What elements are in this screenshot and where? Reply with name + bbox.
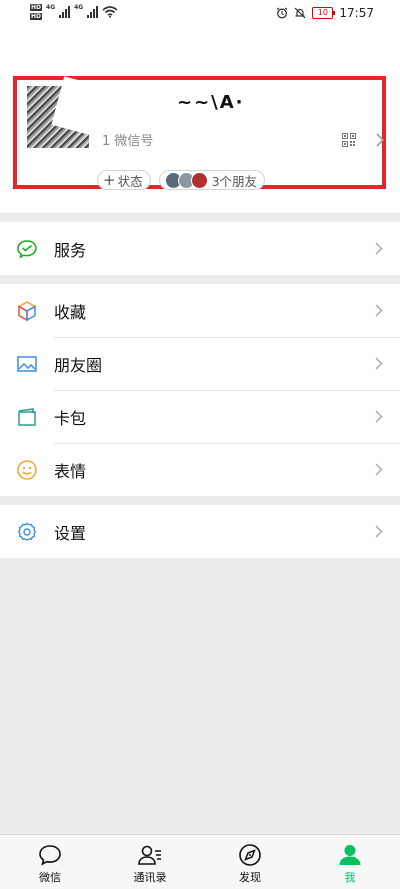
- wechat-id-label: 1 微信号: [102, 134, 154, 149]
- compass-icon: [239, 844, 261, 866]
- gear-icon: [17, 522, 37, 541]
- menu-item-cards[interactable]: 卡包: [0, 390, 400, 443]
- tab-label-discover: 发现: [239, 871, 261, 884]
- status-right: 10 17:57: [276, 6, 374, 20]
- chevron-right-icon: [375, 357, 383, 370]
- signal-icon: [59, 6, 71, 18]
- hd-indicator: HD HD: [30, 4, 43, 22]
- qr-code-icon[interactable]: [342, 133, 356, 147]
- person-icon: [339, 845, 361, 865]
- menu-label-cards: 卡包: [54, 408, 87, 428]
- tab-label-contacts: 通讯录: [133, 871, 167, 884]
- friend-avatars: [164, 171, 208, 189]
- battery-icon: 10: [312, 7, 336, 19]
- status-left: HD HD 4G 4G: [30, 4, 118, 22]
- hd-badge-1: HD: [30, 4, 43, 11]
- network-type-1: 4G: [46, 4, 56, 11]
- wechat-pay-icon: [17, 240, 37, 259]
- menu-label-moments: 朋友圈: [54, 355, 103, 375]
- bottom-tab-bar: 微信 通讯录 发现 我: [0, 834, 400, 889]
- menu-group-services: 服务: [0, 222, 400, 275]
- tab-me[interactable]: 我: [300, 835, 400, 889]
- profile-section: ~~\A· 1 微信号 + 状态 3个朋友: [0, 28, 400, 213]
- hd-badge-2: HD: [30, 13, 43, 20]
- friend-avatar: [190, 171, 208, 189]
- friends-status-button[interactable]: 3个朋友: [158, 170, 266, 190]
- tab-label-me: 我: [344, 871, 356, 884]
- clock: 17:57: [339, 6, 374, 20]
- menu-label-favorites: 收藏: [54, 302, 87, 322]
- alarm-icon: [277, 7, 288, 19]
- menu-label-settings: 设置: [54, 523, 87, 543]
- menu-group-main: 收藏 朋友圈 卡包 表情: [0, 284, 400, 496]
- menu-item-stickers[interactable]: 表情: [0, 443, 400, 496]
- add-status-button[interactable]: + 状态: [97, 170, 151, 190]
- cube-icon: [17, 301, 37, 322]
- network-type-2: 4G: [74, 4, 84, 11]
- menu-item-favorites[interactable]: 收藏: [0, 284, 400, 337]
- menu-item-settings[interactable]: 设置: [0, 505, 400, 558]
- friends-label: 3个朋友: [211, 173, 258, 189]
- signal-icon-2: [87, 6, 99, 18]
- wifi-icon: [102, 6, 118, 18]
- chevron-right-icon: [375, 410, 383, 423]
- tab-label-chats: 微信: [39, 871, 61, 884]
- image-icon: [17, 356, 37, 372]
- mute-icon: [294, 7, 306, 19]
- chevron-right-icon: [375, 304, 383, 317]
- chevron-right-icon: [375, 463, 383, 476]
- menu-group-settings: 设置: [0, 505, 400, 558]
- contacts-icon: [138, 845, 161, 865]
- tab-contacts[interactable]: 通讯录: [100, 835, 200, 889]
- tab-discover[interactable]: 发现: [200, 835, 300, 889]
- chat-bubble-icon: [39, 845, 61, 866]
- menu-label-stickers: 表情: [54, 461, 87, 481]
- wallet-icon: [18, 408, 36, 426]
- chevron-right-icon: [375, 525, 383, 538]
- menu-item-moments[interactable]: 朋友圈: [0, 337, 400, 390]
- status-chips: + 状态 3个朋友: [97, 170, 266, 190]
- chevron-right-icon: [375, 242, 383, 255]
- status-bar: HD HD 4G 4G 10 17:57: [0, 0, 400, 28]
- add-status-label: 状态: [117, 173, 143, 189]
- plus-icon: +: [103, 171, 116, 189]
- menu-label-services: 服务: [54, 240, 87, 260]
- menu-item-services[interactable]: 服务: [0, 222, 400, 275]
- smiley-icon: [17, 460, 37, 480]
- chevron-right-icon: [376, 133, 385, 147]
- tab-chats[interactable]: 微信: [0, 835, 100, 889]
- nickname: ~~\A·: [177, 92, 245, 113]
